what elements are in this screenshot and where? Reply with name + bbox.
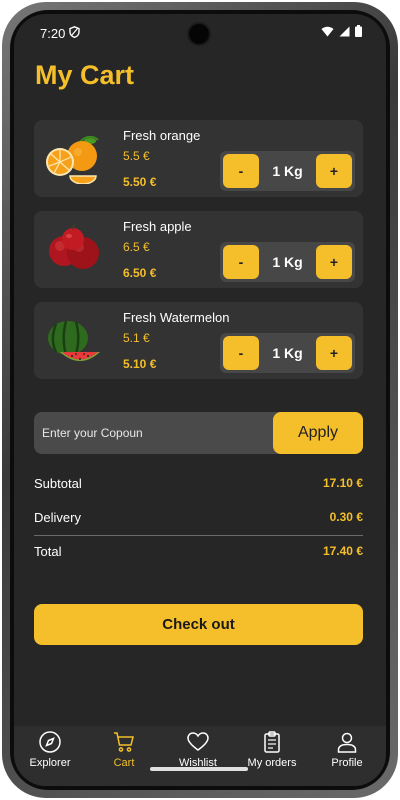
cart-item: Fresh orange 5.5 € 5.50 € - 1 Kg + <box>34 120 363 197</box>
nav-item-profile[interactable]: Profile <box>310 730 384 782</box>
app-screen: 7:20 My Cart Fresh orange 5.5 € 5.50 € -… <box>14 14 386 786</box>
coupon-input[interactable] <box>34 412 274 454</box>
nav-label: Cart <box>113 757 135 769</box>
nav-label: My orders <box>247 757 297 769</box>
page-title: My Cart <box>35 60 135 90</box>
user-icon <box>310 730 384 754</box>
total-row: Total 17.40 € <box>34 544 363 564</box>
decrease-button[interactable]: - <box>223 245 259 279</box>
item-total: 5.10 € <box>123 357 157 371</box>
wifi-icon <box>321 25 334 40</box>
nav-label: Profile <box>331 757 363 769</box>
item-total: 5.50 € <box>123 175 157 189</box>
bottom-nav: Explorer Cart Wishlist My orders Profile <box>14 726 386 786</box>
camera-icon <box>187 22 211 46</box>
nav-label: Explorer <box>29 757 71 769</box>
nav-item-cart[interactable]: Cart <box>87 730 161 782</box>
total-label: Total <box>34 544 62 559</box>
subtotal-row: Subtotal 17.10 € <box>34 476 363 496</box>
battery-icon <box>355 25 362 40</box>
increase-button[interactable]: + <box>316 154 352 188</box>
item-name: Fresh orange <box>123 128 201 143</box>
cart-icon <box>87 730 161 754</box>
item-name: Fresh Watermelon <box>123 310 230 325</box>
delivery-value: 0.30 € <box>329 510 363 524</box>
total-value: 17.40 € <box>322 544 363 558</box>
quantity-value: 1 Kg <box>272 254 303 270</box>
compass-icon <box>14 730 87 754</box>
apply-button[interactable]: Apply <box>273 412 363 454</box>
delivery-label: Delivery <box>34 510 81 525</box>
clipboard-icon <box>235 730 309 754</box>
status-time: 7:20 <box>40 26 66 41</box>
delivery-row: Delivery 0.30 € <box>34 510 363 530</box>
decrease-button[interactable]: - <box>223 336 259 370</box>
status-bar: 7:20 <box>14 14 386 52</box>
nav-item-my-orders[interactable]: My orders <box>235 730 309 782</box>
quantity-value: 1 Kg <box>272 345 303 361</box>
item-unit-price: 6.5 € <box>123 240 150 254</box>
item-name: Fresh apple <box>123 219 192 234</box>
divider <box>34 535 363 536</box>
item-unit-price: 5.1 € <box>123 331 150 345</box>
subtotal-value: 17.10 € <box>322 476 363 490</box>
orange-icon <box>42 132 104 185</box>
checkout-button[interactable]: Check out <box>34 604 363 645</box>
quantity-stepper: - 1 Kg + <box>220 242 355 282</box>
decrease-button[interactable]: - <box>223 154 259 188</box>
signal-icon <box>339 25 350 40</box>
apple-icon <box>42 223 104 275</box>
increase-button[interactable]: + <box>316 245 352 279</box>
watermelon-icon <box>42 314 104 366</box>
item-unit-price: 5.5 € <box>123 149 150 163</box>
increase-button[interactable]: + <box>316 336 352 370</box>
cart-item: Fresh apple 6.5 € 6.50 € - 1 Kg + <box>34 211 363 288</box>
quantity-value: 1 Kg <box>272 163 303 179</box>
quantity-stepper: - 1 Kg + <box>220 333 355 373</box>
shield-icon <box>69 26 80 41</box>
nav-item-wishlist[interactable]: Wishlist <box>161 730 235 782</box>
nav-item-explorer[interactable]: Explorer <box>14 730 87 782</box>
home-indicator[interactable] <box>150 767 248 771</box>
item-total: 6.50 € <box>123 266 157 280</box>
subtotal-label: Subtotal <box>34 476 82 491</box>
quantity-stepper: - 1 Kg + <box>220 151 355 191</box>
cart-item: Fresh Watermelon 5.1 € 5.10 € - 1 Kg + <box>34 302 363 379</box>
coupon-box: Apply <box>34 412 363 454</box>
heart-icon <box>161 730 235 754</box>
